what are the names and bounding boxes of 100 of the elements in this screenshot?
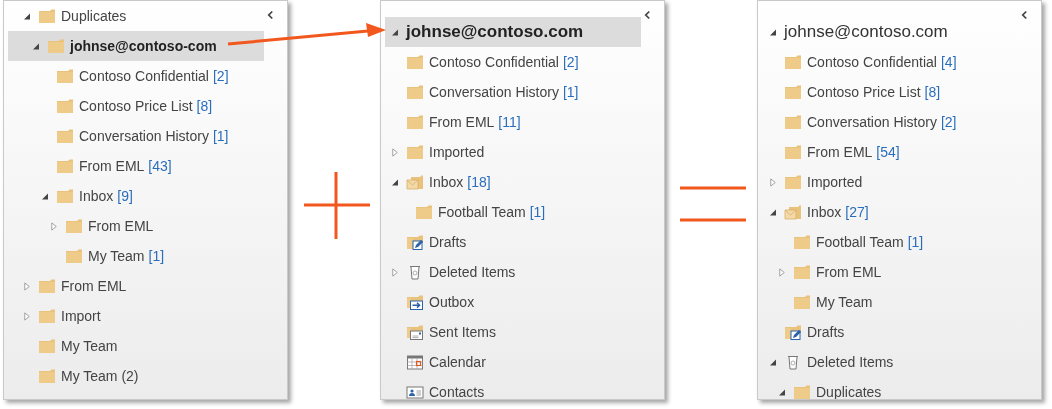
folder-icon	[56, 68, 74, 84]
tree-item[interactable]: Duplicates	[762, 377, 1018, 399]
tree-item[interactable]: Inbox [9]	[8, 181, 264, 211]
expanded-arrow-icon[interactable]	[769, 357, 777, 367]
folder-icon	[38, 308, 56, 324]
item-count: [2]	[213, 68, 229, 84]
tree-item[interactable]: Conversation History [1]	[8, 121, 264, 151]
tree-item[interactable]: Imported	[762, 167, 1018, 197]
folder-icon	[47, 38, 65, 54]
calendar-icon	[406, 354, 424, 370]
tree-item[interactable]: From EML [43]	[8, 151, 264, 181]
drafts-folder-icon	[784, 324, 802, 340]
item-count: [1]	[562, 84, 579, 100]
folder-icon	[38, 8, 56, 24]
expanded-arrow-icon[interactable]	[391, 27, 399, 37]
tree-item[interactable]: From EML [11]	[385, 107, 641, 137]
tree-item[interactable]: Deleted Items	[762, 347, 1018, 377]
tree-item[interactable]: Inbox [18]	[385, 167, 641, 197]
folder-icon	[38, 368, 56, 384]
tree-item[interactable]: Deleted Items	[385, 257, 641, 287]
tree-item[interactable]: Contoso Confidential [2]	[385, 47, 641, 77]
tree-item[interactable]: Contoso Confidential [4]	[762, 47, 1018, 77]
account-item[interactable]: johnse@contoso.com	[762, 17, 1018, 47]
folder-icon	[406, 54, 424, 70]
expanded-arrow-icon[interactable]	[778, 387, 786, 397]
tree-item[interactable]: johnse@contoso-com	[8, 31, 264, 61]
folder-icon	[65, 218, 83, 234]
outbox-folder-icon	[406, 294, 424, 310]
account-item[interactable]: johnse@contoso.com	[385, 17, 641, 47]
tree-item[interactable]: Calendar	[385, 347, 641, 377]
folder-icon	[784, 174, 802, 190]
folder-icon	[56, 128, 74, 144]
expanded-arrow-icon[interactable]	[769, 207, 777, 217]
plus-sign	[302, 170, 372, 241]
tree-item[interactable]: Contoso Price List [8]	[8, 91, 264, 121]
tree-item[interactable]: My Team (2)	[8, 361, 264, 391]
contact-card-icon	[406, 384, 424, 399]
inbox-folder-icon	[784, 204, 802, 220]
item-count: [1]	[529, 204, 546, 220]
tree-item[interactable]: From EML	[762, 257, 1018, 287]
expanded-arrow-icon[interactable]	[391, 177, 399, 187]
folder-icon	[415, 204, 433, 220]
equals-sign	[678, 186, 748, 222]
tree-item[interactable]: From EML [54]	[762, 137, 1018, 167]
tree-item[interactable]: Drafts	[385, 227, 641, 257]
tree-item[interactable]: Imported	[385, 137, 641, 167]
inbox-folder-icon	[406, 174, 424, 190]
tree-item[interactable]: Inbox [27]	[762, 197, 1018, 227]
item-count: [1]	[148, 248, 165, 264]
collapse-chevron-icon[interactable]	[267, 10, 274, 20]
item-count: [1]	[212, 128, 229, 144]
drafts-folder-icon	[406, 234, 424, 250]
tree-item[interactable]: Conversation History [1]	[385, 77, 641, 107]
folder-icon	[406, 114, 424, 130]
item-count: [8]	[196, 98, 213, 114]
folder-icon	[56, 188, 74, 204]
folder-icon	[784, 144, 802, 160]
expanded-arrow-icon[interactable]	[32, 41, 40, 51]
folder-icon	[406, 144, 424, 160]
collapse-chevron-icon[interactable]	[1021, 10, 1028, 20]
tree-item[interactable]: Outbox	[385, 287, 641, 317]
expanded-arrow-icon[interactable]	[769, 27, 777, 37]
tree-item[interactable]: My Team [1]	[8, 241, 264, 271]
folder-icon	[38, 278, 56, 294]
tree-item[interactable]: Sent Items	[385, 317, 641, 347]
expanded-arrow-icon[interactable]	[23, 11, 31, 21]
tree-item[interactable]: Contoso Price List [8]	[762, 77, 1018, 107]
tree-item[interactable]: My Team	[8, 331, 264, 361]
item-count: [4]	[941, 54, 957, 70]
folder-icon	[784, 114, 802, 130]
folder-icon	[406, 84, 424, 100]
tree-item[interactable]: From EML	[8, 271, 264, 301]
folder-icon	[793, 234, 811, 250]
tree-item[interactable]: Conversation History [2]	[762, 107, 1018, 137]
item-count: [43]	[148, 158, 172, 174]
item-count: [27]	[845, 204, 869, 220]
item-count: [9]	[117, 188, 133, 204]
folder-icon	[56, 158, 74, 174]
tree-item[interactable]: Contoso Confidential [2]	[8, 61, 264, 91]
tree-item[interactable]: Import	[8, 301, 264, 331]
item-count: [2]	[940, 114, 957, 130]
collapse-chevron-icon[interactable]	[644, 10, 651, 20]
item-count: [1]	[907, 234, 924, 250]
item-count: [11]	[498, 114, 521, 130]
item-count: [8]	[924, 84, 941, 100]
expanded-arrow-icon[interactable]	[41, 191, 49, 201]
tree-item[interactable]: From EML	[8, 211, 264, 241]
folder-icon	[38, 338, 56, 354]
tree-item[interactable]: My Team	[762, 287, 1018, 317]
item-count: [54]	[876, 144, 900, 160]
item-count: [2]	[563, 54, 579, 70]
tree-item[interactable]: Duplicates	[8, 1, 264, 31]
folder-icon	[784, 84, 802, 100]
tree-item[interactable]: Drafts	[762, 317, 1018, 347]
tree-item[interactable]: Contacts	[385, 377, 641, 399]
item-count: [18]	[467, 174, 491, 190]
tree-item[interactable]: Football Team [1]	[762, 227, 1018, 257]
sent-folder-icon	[406, 324, 424, 340]
tree-item[interactable]: Football Team [1]	[385, 197, 641, 227]
folder-icon	[784, 54, 802, 70]
